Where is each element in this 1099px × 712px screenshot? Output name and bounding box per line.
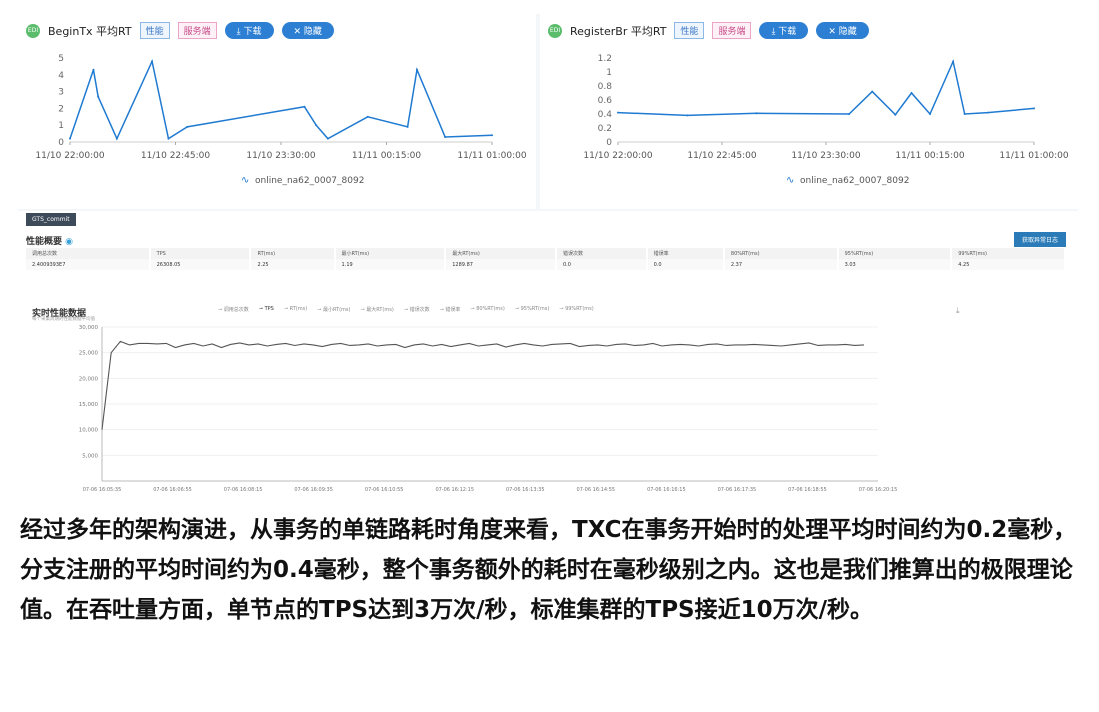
- y-tick-label: 1: [58, 121, 64, 131]
- legend-label: online_na62_0007_8092: [255, 176, 364, 186]
- y-tick-label: 0: [606, 138, 612, 148]
- x-tick-label: 07-06 16:20:15: [859, 487, 898, 493]
- data-point: [986, 111, 989, 114]
- tps-line: [101, 340, 865, 430]
- data-point: [755, 112, 758, 115]
- begintx-chart: 0 1 2 3 4 5 11/10 22:00:00 11/10 22:45:00 11/10 …: [35, 54, 526, 186]
- x-tick-label: 07-06 16:16:15: [647, 487, 686, 493]
- data-point: [167, 137, 170, 140]
- y-tick-label: 1.2: [598, 54, 612, 64]
- x-tick-label: 11/10 22:45:00: [141, 151, 210, 161]
- y-tick-label: 25,000: [79, 351, 99, 357]
- x-tick-label: 11/10 23:30:00: [246, 151, 315, 161]
- x-tick-label: 07-06 16:10:55: [365, 487, 404, 493]
- data-point: [686, 114, 689, 117]
- data-point: [929, 113, 931, 115]
- y-tick-label: 1: [606, 68, 612, 78]
- x-tick-label: 07-06 16:09:35: [294, 487, 333, 493]
- data-point: [366, 115, 369, 118]
- x-tick-label: 07-06 16:13:35: [506, 487, 545, 493]
- data-point: [910, 92, 913, 94]
- data-point: [444, 135, 447, 138]
- data-point: [491, 134, 493, 137]
- y-tick-label: 2: [58, 104, 64, 114]
- data-point: [963, 113, 966, 115]
- data-point: [415, 68, 418, 71]
- y-tick-label: 30,000: [79, 325, 99, 331]
- data-point: [1033, 107, 1035, 110]
- data-point: [97, 95, 100, 98]
- data-point: [69, 137, 71, 140]
- data-point: [326, 137, 329, 140]
- y-tick-label: 20,000: [79, 376, 99, 382]
- x-tick-label: 11/11 01:00:00: [999, 151, 1068, 161]
- y-tick-label: 4: [58, 71, 64, 81]
- data-point: [92, 68, 95, 71]
- x-tick-label: 11/11 01:00:00: [457, 151, 526, 161]
- data-point: [151, 60, 154, 63]
- gts-commit-panel: GTS_commit 性能概要 ◉ 获取异常日志 调用总次数 TPS RT(ms…: [18, 211, 1078, 494]
- x-tick-label: 07-06 16:14:55: [577, 487, 616, 493]
- x-tick-label: 07-06 16:12:15: [435, 487, 474, 493]
- data-point: [871, 90, 874, 93]
- legend-marker: ∿: [786, 175, 794, 186]
- data-point: [186, 125, 189, 128]
- y-tick-label: 0.8: [598, 82, 613, 92]
- y-tick-label: 0.4: [598, 110, 613, 120]
- registerbr-panel: EDI RegisterBr 平均RT 性能 服务端 ⤓ 下载 ✕ 隐藏 0 0.…: [540, 14, 1078, 209]
- data-point: [848, 113, 851, 115]
- data-point: [617, 111, 619, 114]
- data-point: [303, 105, 306, 108]
- y-tick-label: 0: [58, 138, 64, 148]
- x-tick-label: 07-06 16:05:35: [83, 487, 122, 493]
- series-line: [69, 58, 493, 141]
- x-tick-label: 07-06 16:17:35: [718, 487, 757, 493]
- x-tick-label: 11/11 00:15:00: [352, 151, 421, 161]
- article-paragraph: 经过多年的架构演进，从事务的单链路耗时角度来看，TXC在事务开始时的处理平均时间…: [20, 517, 1077, 623]
- x-tick-label: 07-06 16:18:55: [788, 487, 827, 493]
- x-tick-label: 11/10 22:00:00: [583, 151, 652, 161]
- data-point: [952, 60, 955, 63]
- y-tick-label: 3: [58, 88, 64, 98]
- x-tick-label: 11/11 00:15:00: [895, 151, 964, 161]
- y-tick-label: 15,000: [79, 402, 99, 408]
- data-point: [115, 137, 118, 140]
- legend-marker: ∿: [241, 175, 249, 186]
- series-line: [617, 59, 1035, 117]
- x-tick-label: 11/10 23:30:00: [791, 151, 860, 161]
- y-tick-label: 0.2: [598, 124, 612, 134]
- y-tick-label: 0.6: [598, 96, 613, 106]
- data-point: [315, 124, 318, 127]
- data-point: [894, 113, 897, 116]
- screenshot-composite: EDI BeginTx 平均RT 性能 服务端 ⤓ 下载 ✕ 隐藏 012345…: [18, 14, 1078, 494]
- y-tick-label: 5: [58, 54, 64, 64]
- y-tick-label: 10,000: [79, 428, 99, 434]
- x-tick-label: 11/10 22:45:00: [687, 151, 756, 161]
- x-tick-label: 07-06 16:08:15: [224, 487, 263, 493]
- begintx-panel: EDI BeginTx 平均RT 性能 服务端 ⤓ 下载 ✕ 隐藏 012345…: [18, 14, 536, 209]
- registerbr-chart: 0 0.2 0.4 0.6 0.8 1 1.2 11/10 22:00:00 11/10 22:…: [583, 54, 1068, 186]
- realtime-chart: 5,000 10,000 15,000 20,000 25,000 30,000 07-06…: [79, 325, 898, 493]
- x-tick-label: 11/10 22:00:00: [35, 151, 104, 161]
- y-tick-label: 5,000: [82, 453, 98, 459]
- data-point: [406, 125, 409, 128]
- x-tick-label: 07-06 16:06:55: [153, 487, 192, 493]
- legend-label: online_na62_0007_8092: [800, 176, 909, 186]
